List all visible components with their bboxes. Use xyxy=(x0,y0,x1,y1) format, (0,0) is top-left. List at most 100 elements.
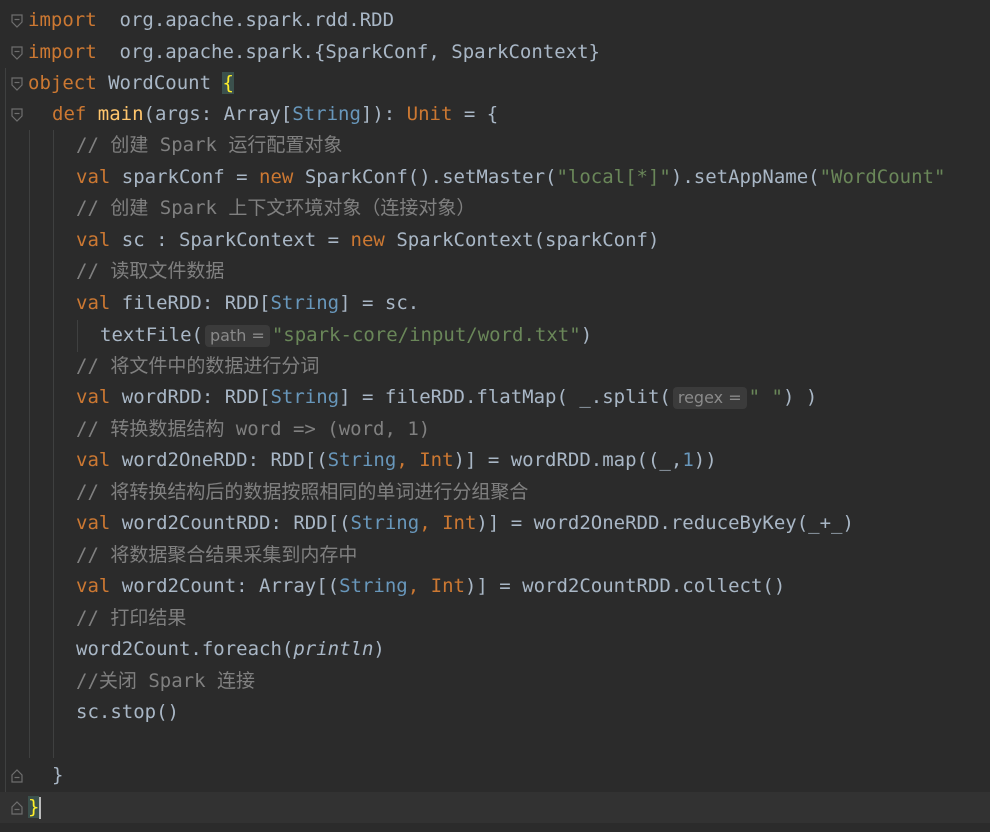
code-line[interactable]: // 转换数据结构 word => (word, 1) xyxy=(0,414,990,445)
fold-marker-icon[interactable] xyxy=(11,801,23,815)
code-comment: // 转换数据结构 word => (word, 1) xyxy=(76,418,431,440)
code-text: // 转换数据结构 word => (word, 1) xyxy=(76,414,430,445)
code-keyword: , xyxy=(407,575,431,597)
code-line[interactable]: val sc : SparkContext = new SparkContext… xyxy=(0,225,990,256)
code-line[interactable]: def main(args: Array[String]): Unit = { xyxy=(0,99,990,130)
code-line[interactable]: // 打印结果 xyxy=(0,603,990,634)
matched-brace: { xyxy=(222,72,234,94)
fold-marker-icon[interactable] xyxy=(11,108,23,122)
code-token: word2OneRDD: RDD[( xyxy=(110,449,328,471)
code-line[interactable]: // 创建 Spark 运行配置对象 xyxy=(0,130,990,161)
code-token: main xyxy=(97,103,144,125)
code-line[interactable]: val fileRDD: RDD[String] = sc. xyxy=(0,288,990,319)
code-token: wordRDD: RDD[ xyxy=(110,386,271,408)
parameter-hint: path = xyxy=(204,325,270,347)
code-text: val wordRDD: RDD[String] = fileRDD.flatM… xyxy=(76,382,817,413)
code-text: word2Count.foreach(println) xyxy=(76,634,385,665)
code-text: // 创建 Spark 上下文环境对象（连接对象） xyxy=(76,193,475,224)
code-line[interactable]: val word2OneRDD: RDD[(String, Int)] = wo… xyxy=(0,445,990,476)
code-line[interactable]: // 将数据聚合结果采集到内存中 xyxy=(0,540,990,571)
fold-marker-icon[interactable] xyxy=(11,46,23,60)
code-keyword: , xyxy=(419,512,443,534)
code-token: WordCount xyxy=(96,72,223,94)
code-token: )] = word2CountRDD.collect() xyxy=(464,575,786,597)
code-keyword: def xyxy=(52,103,98,125)
code-line[interactable]: import org.apache.spark.{SparkConf, Spar… xyxy=(0,37,990,68)
code-comment: //关闭 Spark 连接 xyxy=(76,670,255,692)
code-line[interactable]: // 读取文件数据 xyxy=(0,256,990,287)
code-token: )] = word2OneRDD.reduceByKey(_+_) xyxy=(476,512,854,534)
code-text: object WordCount { xyxy=(28,68,234,99)
code-token: sc : SparkContext = xyxy=(110,229,351,251)
code-line[interactable]: // 将转换结构后的数据按照相同的单词进行分组聚合 xyxy=(0,477,990,508)
code-text: def main(args: Array[String]): Unit = { xyxy=(52,99,498,130)
code-token: String xyxy=(339,575,408,597)
code-token: sc.stop() xyxy=(76,701,179,723)
code-text: val sc : SparkContext = new SparkContext… xyxy=(76,225,659,256)
code-token: ) xyxy=(373,638,385,660)
code-token: (args: Array[ xyxy=(143,103,293,125)
code-comment: // 将转换结构后的数据按照相同的单词进行分组聚合 xyxy=(76,481,529,503)
code-line[interactable]: //关闭 Spark 连接 xyxy=(0,666,990,697)
code-line[interactable]: import org.apache.spark.rdd.RDD xyxy=(0,5,990,36)
code-token: fileRDD: RDD[ xyxy=(110,292,271,314)
code-token: String xyxy=(270,386,340,408)
code-keyword: Int xyxy=(419,449,454,471)
code-token: ).setAppName( xyxy=(670,166,820,188)
code-comment: // 打印结果 xyxy=(76,607,187,629)
code-text: // 创建 Spark 运行配置对象 xyxy=(76,130,342,161)
code-line[interactable]: sc.stop() xyxy=(0,697,990,728)
fold-marker-icon[interactable] xyxy=(11,77,23,91)
code-token: } xyxy=(52,764,64,786)
code-line[interactable]: word2Count.foreach(println) xyxy=(0,634,990,665)
code-token: ]): xyxy=(360,103,407,125)
code-token: = { xyxy=(452,103,499,125)
code-keyword: new xyxy=(350,229,385,251)
code-comment: // 将文件中的数据进行分词 xyxy=(76,355,320,377)
code-text: // 读取文件数据 xyxy=(76,256,224,287)
code-text: } xyxy=(52,760,63,791)
code-line[interactable]: } xyxy=(0,760,990,791)
code-text: val word2Count: Array[(String, Int)] = w… xyxy=(76,571,785,602)
fold-marker-icon[interactable] xyxy=(11,769,23,783)
code-comment: // 读取文件数据 xyxy=(76,260,225,282)
code-keyword: val xyxy=(76,166,111,188)
string-literal: "local[*]" xyxy=(556,166,671,188)
code-token: 1 xyxy=(682,449,694,471)
code-token: String xyxy=(292,103,361,125)
code-line[interactable]: val wordRDD: RDD[String] = fileRDD.flatM… xyxy=(0,382,990,413)
code-keyword: Int xyxy=(442,512,477,534)
code-line[interactable]: textFile(path = "spark-core/input/word.tx… xyxy=(0,320,990,351)
code-text: // 打印结果 xyxy=(76,603,186,634)
string-literal: "WordCount" xyxy=(819,166,946,188)
code-text: import org.apache.spark.{SparkConf, Spar… xyxy=(28,37,600,68)
code-token: word2Count: Array[( xyxy=(110,575,340,597)
code-line[interactable]: val sparkConf = new SparkConf().setMaste… xyxy=(0,162,990,193)
code-token: String xyxy=(270,292,340,314)
code-line[interactable] xyxy=(0,729,990,760)
code-text: import org.apache.spark.rdd.RDD xyxy=(28,5,394,36)
code-line[interactable]: // 将文件中的数据进行分词 xyxy=(0,351,990,382)
code-token: ] = fileRDD.flatMap( _.split( xyxy=(339,386,671,408)
matched-brace: } xyxy=(28,796,40,818)
code-line[interactable]: val word2Count: Array[(String, Int)] = w… xyxy=(0,571,990,602)
fold-marker-icon[interactable] xyxy=(11,14,23,28)
code-comment: // 创建 Spark 上下文环境对象（连接对象） xyxy=(76,197,476,219)
code-token: org.apache.spark.{SparkConf, SparkContex… xyxy=(96,41,600,63)
code-token: SparkConf().setMaster( xyxy=(293,166,557,188)
code-line[interactable]: } xyxy=(0,792,990,823)
code-comment: // 将数据聚合结果采集到内存中 xyxy=(76,544,358,566)
code-keyword: Int xyxy=(430,575,465,597)
code-line[interactable]: object WordCount { xyxy=(0,68,990,99)
code-line[interactable]: val word2CountRDD: RDD[(String, Int)] = … xyxy=(0,508,990,539)
code-token: String xyxy=(327,449,397,471)
string-literal: " " xyxy=(748,386,783,408)
text-cursor xyxy=(39,796,42,819)
code-line[interactable]: // 创建 Spark 上下文环境对象（连接对象） xyxy=(0,193,990,224)
code-token: sparkConf = xyxy=(110,166,260,188)
code-keyword: import xyxy=(28,41,97,63)
code-token: ] = sc. xyxy=(339,292,420,314)
code-keyword: val xyxy=(76,575,111,597)
code-keyword: import xyxy=(28,9,97,31)
code-keyword: val xyxy=(76,449,111,471)
